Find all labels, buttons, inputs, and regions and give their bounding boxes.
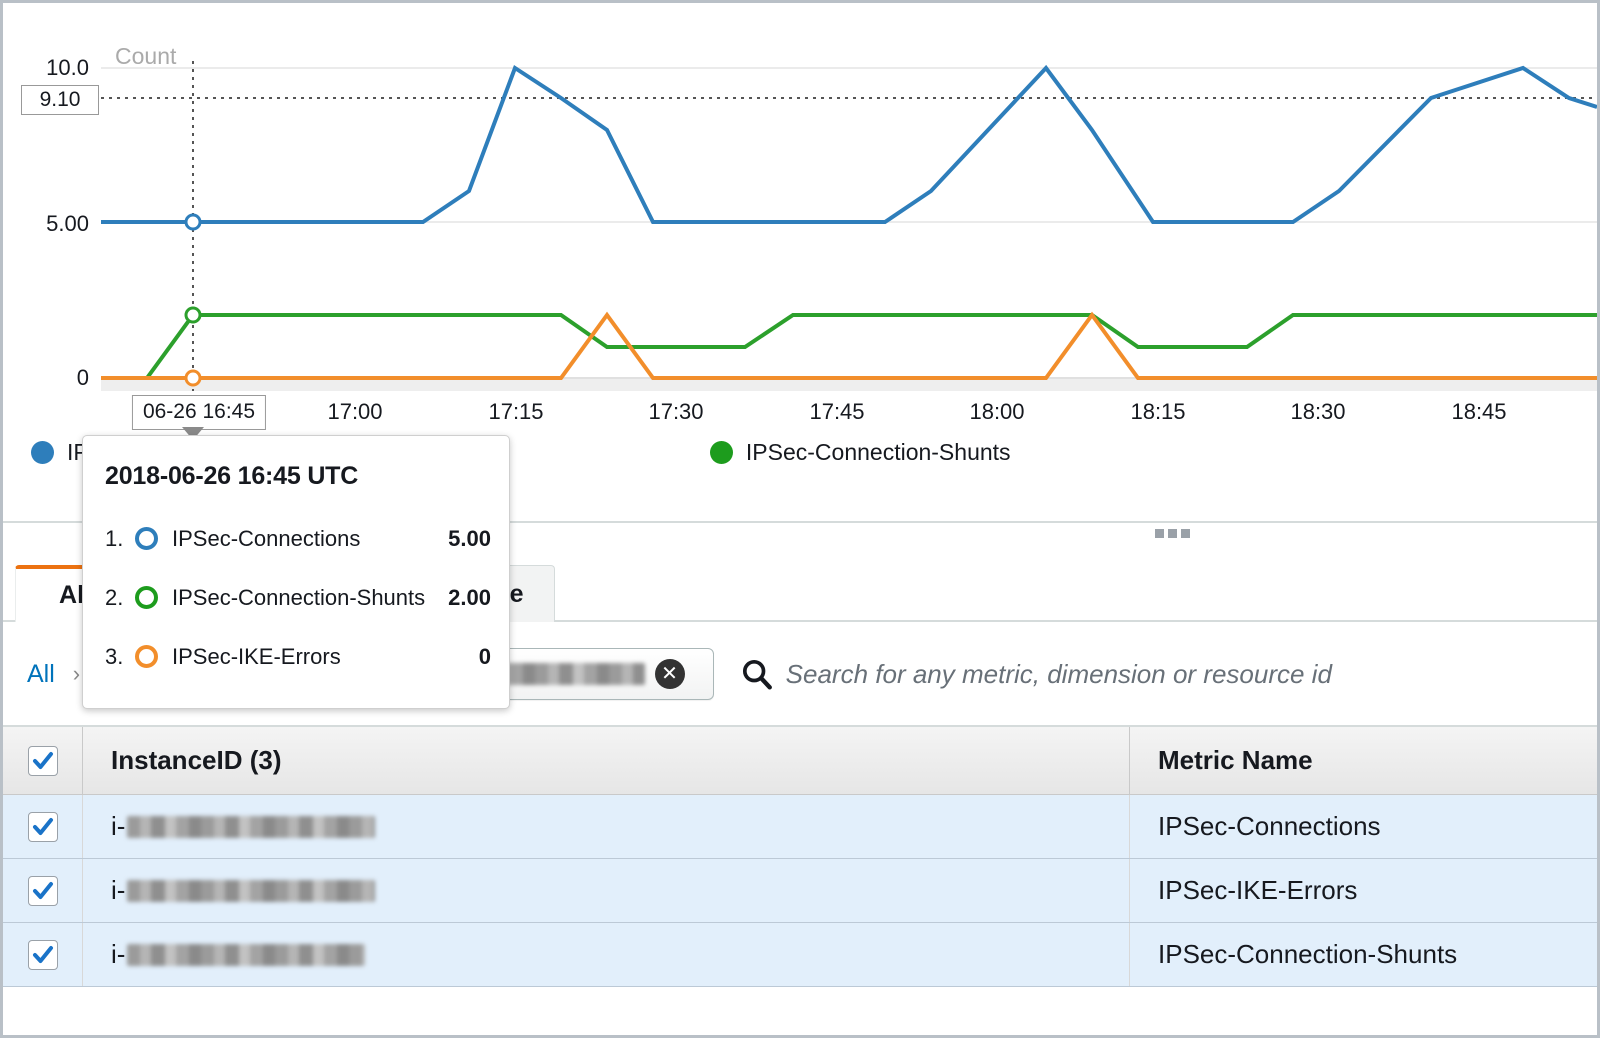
row-instance-id-prefix: i-: [111, 811, 125, 842]
select-all-checkbox[interactable]: [28, 746, 58, 776]
handle-dot-2: [1168, 529, 1177, 538]
breadcrumb-separator-1: ›: [73, 661, 80, 687]
y-tick-10: 10.0: [3, 55, 89, 81]
table-header-row: InstanceID (3) Metric Name: [3, 727, 1597, 795]
x-tick-1830: 18:30: [1290, 399, 1345, 425]
chart-hover-tooltip: 2018-06-26 16:45 UTC 1. IPSec-Connection…: [82, 435, 510, 709]
legend-label-shunts: IPSec-Connection-Shunts: [746, 439, 1011, 466]
tooltip-series-value-2: 2.00: [448, 585, 491, 611]
x-tick-1700: 17:00: [327, 399, 382, 425]
row-instance-id-cell: i-: [83, 875, 1129, 906]
tooltip-row-ike-errors: 3. IPSec-IKE-Errors 0: [83, 627, 509, 686]
redacted-instance-id: [127, 944, 365, 966]
x-hover-value-box: 06-26 16:45: [132, 395, 266, 430]
x-tick-1815: 18:15: [1130, 399, 1185, 425]
series-marker-icon-green: [135, 586, 158, 609]
row-checkbox[interactable]: [28, 940, 58, 970]
tooltip-index-3: 3.: [105, 644, 135, 670]
tooltip-row-shunts: 2. IPSec-Connection-Shunts 2.00: [83, 568, 509, 627]
x-tick-1800: 18:00: [969, 399, 1024, 425]
checkmark-icon: [32, 816, 54, 838]
row-checkbox[interactable]: [28, 876, 58, 906]
tooltip-series-name-1: IPSec-Connections: [172, 526, 436, 552]
handle-dot-3: [1181, 529, 1190, 538]
tooltip-series-value-1: 5.00: [448, 526, 491, 552]
row-instance-id-prefix: i-: [111, 939, 125, 970]
x-tick-1745: 17:45: [809, 399, 864, 425]
redacted-instance-id: [127, 880, 375, 902]
legend-color-dot-blue: [31, 441, 54, 464]
checkmark-icon: [32, 750, 54, 772]
x-tick-1845: 18:45: [1451, 399, 1506, 425]
series-marker-icon-orange: [135, 645, 158, 668]
tooltip-series-name-3: IPSec-IKE-Errors: [172, 644, 467, 670]
row-metric-name: IPSec-Connection-Shunts: [1158, 939, 1457, 970]
header-instance-id[interactable]: InstanceID (3): [83, 745, 1129, 776]
search-input[interactable]: [786, 659, 1546, 690]
tooltip-row-connections: 1. IPSec-Connections 5.00: [83, 509, 509, 568]
panel-resize-handle-icon[interactable]: [1155, 529, 1190, 538]
breadcrumb-all[interactable]: All: [27, 660, 55, 689]
tooltip-series-value-3: 0: [479, 644, 491, 670]
row-metric-name-cell: IPSec-IKE-Errors: [1129, 859, 1597, 922]
row-select-cell[interactable]: [3, 795, 83, 858]
token-clear-icon[interactable]: ✕: [655, 659, 685, 689]
row-metric-name-cell: IPSec-Connection-Shunts: [1129, 923, 1597, 986]
row-metric-name-cell: IPSec-Connections: [1129, 795, 1597, 858]
handle-dot-1: [1155, 529, 1164, 538]
x-tick-1730: 17:30: [648, 399, 703, 425]
checkmark-icon: [32, 880, 54, 902]
table-row[interactable]: i- IPSec-Connections: [3, 795, 1597, 859]
header-instance-id-label: InstanceID (3): [111, 745, 282, 776]
tooltip-index-1: 1.: [105, 526, 135, 552]
y-axis-title: Count: [115, 43, 176, 70]
row-instance-id-cell: i-: [83, 811, 1129, 842]
header-metric-name-label: Metric Name: [1158, 745, 1313, 776]
y-tick-0: 0: [3, 365, 89, 391]
tooltip-timestamp: 2018-06-26 16:45 UTC: [83, 458, 509, 491]
legend-color-dot-green: [710, 441, 733, 464]
table-row[interactable]: i- IPSec-Connection-Shunts: [3, 923, 1597, 987]
metric-search-box[interactable]: [740, 657, 1597, 691]
series-marker-icon-blue: [135, 527, 158, 550]
redacted-instance-id: [127, 816, 375, 838]
row-instance-id-cell: i-: [83, 939, 1129, 970]
row-metric-name: IPSec-Connections: [1158, 811, 1381, 842]
y-tick-5: 5.00: [3, 211, 89, 237]
row-checkbox[interactable]: [28, 812, 58, 842]
legend-item-shunts[interactable]: IPSec-Connection-Shunts: [710, 439, 1011, 466]
metric-graph-panel: Count 10.0 5.00 0 9.10 06-26 16:45 17:00…: [3, 3, 1597, 513]
row-select-cell[interactable]: [3, 859, 83, 922]
tooltip-series-name-2: IPSec-Connection-Shunts: [172, 585, 436, 611]
select-all-cell[interactable]: [3, 727, 83, 794]
row-metric-name: IPSec-IKE-Errors: [1158, 875, 1357, 906]
metric-line-chart[interactable]: [3, 3, 1597, 435]
x-tick-1715: 17:15: [488, 399, 543, 425]
metrics-table: InstanceID (3) Metric Name i- IPSec-Conn…: [3, 725, 1597, 1035]
header-metric-name[interactable]: Metric Name: [1129, 727, 1597, 794]
table-row[interactable]: i- IPSec-IKE-Errors: [3, 859, 1597, 923]
search-icon: [740, 657, 774, 691]
cloudwatch-metrics-screen: Count 10.0 5.00 0 9.10 06-26 16:45 17:00…: [0, 0, 1600, 1038]
y-hover-value-box: 9.10: [21, 85, 99, 115]
tooltip-index-2: 2.: [105, 585, 135, 611]
row-instance-id-prefix: i-: [111, 875, 125, 906]
row-select-cell[interactable]: [3, 923, 83, 986]
checkmark-icon: [32, 944, 54, 966]
